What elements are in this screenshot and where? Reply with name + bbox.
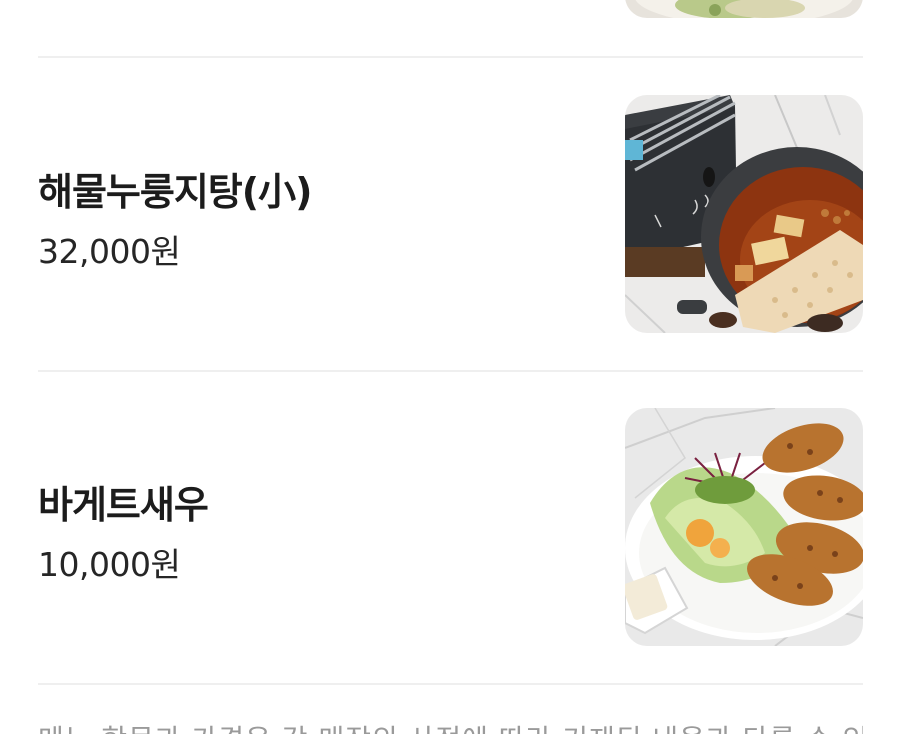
menu-page: 해물누룽지탕(小) 32,000원 바게트새우 10,000원: [0, 0, 900, 734]
seafood-nurungji-stew-photo[interactable]: [625, 95, 863, 333]
menu-item[interactable]: 해물누룽지탕(小) 32,000원: [38, 95, 863, 333]
baguette-shrimp-photo[interactable]: [625, 408, 863, 646]
previous-item-photo[interactable]: [625, 0, 863, 18]
menu-item-name: 바게트새우: [38, 483, 209, 527]
menu-item-price: 10,000원: [38, 545, 181, 584]
menu-item-price: 32,000원: [38, 232, 181, 271]
menu-item[interactable]: 바게트새우 10,000원: [38, 408, 863, 646]
menu-divider: [38, 683, 863, 685]
price-notice-text: 메뉴 항목과 가격은 각 매장의 사정에 따라 기재된 내용과 다를 수 있: [38, 718, 863, 734]
menu-divider: [38, 56, 863, 58]
menu-divider: [38, 370, 863, 372]
menu-item-name: 해물누룽지탕(小): [38, 170, 312, 214]
